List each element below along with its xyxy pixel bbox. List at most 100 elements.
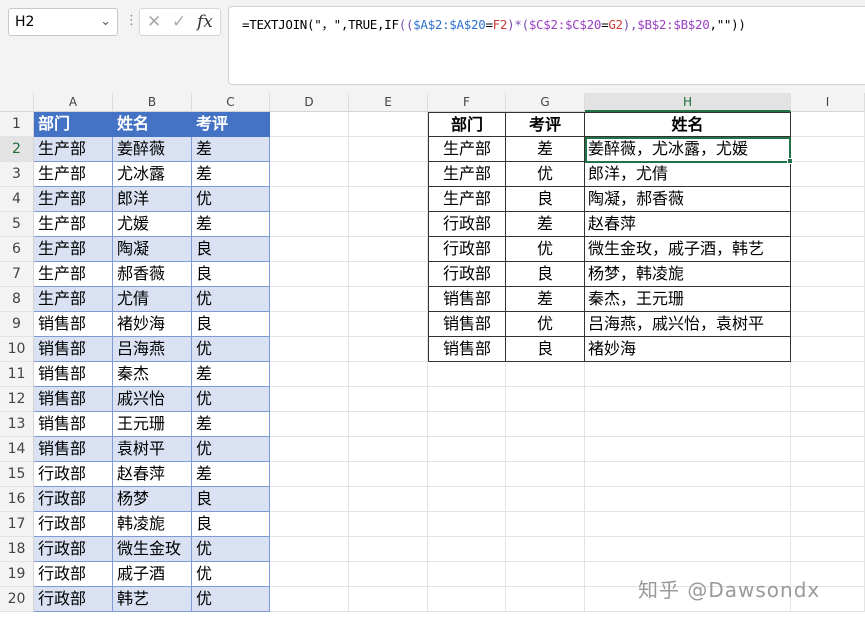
- chevron-down-icon[interactable]: ⌄: [100, 9, 111, 35]
- grid-cell[interactable]: [349, 362, 428, 387]
- source-cell[interactable]: 优: [192, 387, 270, 412]
- grid-cell[interactable]: [791, 162, 865, 187]
- grid-cell[interactable]: [349, 387, 428, 412]
- grid-cell[interactable]: [791, 212, 865, 237]
- source-cell[interactable]: 微生金玫: [113, 537, 192, 562]
- grid-cell[interactable]: [428, 362, 506, 387]
- grid-cell[interactable]: [506, 587, 585, 612]
- result-cell[interactable]: 优: [506, 162, 585, 187]
- check-icon[interactable]: ✓: [172, 12, 186, 32]
- source-cell[interactable]: 良: [192, 512, 270, 537]
- column-header-h[interactable]: H: [585, 93, 791, 112]
- grid-cell[interactable]: [791, 537, 865, 562]
- result-cell[interactable]: 销售部: [428, 312, 506, 337]
- grid-cell[interactable]: [506, 362, 585, 387]
- source-cell[interactable]: 差: [192, 137, 270, 162]
- grid-cell[interactable]: [349, 512, 428, 537]
- column-header-i[interactable]: I: [791, 93, 865, 112]
- row-header-16[interactable]: 16: [0, 487, 34, 512]
- row-header-8[interactable]: 8: [0, 287, 34, 312]
- source-cell[interactable]: 销售部: [34, 412, 113, 437]
- source-cell[interactable]: 良: [192, 262, 270, 287]
- source-cell[interactable]: 吕海燕: [113, 337, 192, 362]
- grid-cell[interactable]: [791, 187, 865, 212]
- grid-cell[interactable]: [506, 412, 585, 437]
- source-cell[interactable]: 良: [192, 312, 270, 337]
- grid-cell[interactable]: [270, 362, 349, 387]
- grid-cell[interactable]: [349, 412, 428, 437]
- grid-cell[interactable]: [349, 287, 428, 312]
- row-header-13[interactable]: 13: [0, 412, 34, 437]
- grid-cell[interactable]: [349, 237, 428, 262]
- source-cell[interactable]: 生产部: [34, 137, 113, 162]
- row-header-17[interactable]: 17: [0, 512, 34, 537]
- row-header-7[interactable]: 7: [0, 262, 34, 287]
- result-cell[interactable]: 差: [506, 212, 585, 237]
- grid-cell[interactable]: [791, 487, 865, 512]
- source-header-cell[interactable]: 部门: [34, 112, 113, 137]
- grid-cell[interactable]: [349, 562, 428, 587]
- result-cell[interactable]: 销售部: [428, 287, 506, 312]
- grid-cell[interactable]: [585, 412, 791, 437]
- grid-cell[interactable]: [349, 262, 428, 287]
- result-cell[interactable]: 优: [506, 312, 585, 337]
- source-cell[interactable]: 优: [192, 337, 270, 362]
- result-cell[interactable]: 行政部: [428, 262, 506, 287]
- grid-cell[interactable]: [506, 487, 585, 512]
- column-header-d[interactable]: D: [270, 93, 349, 112]
- insert-function-icon[interactable]: fx: [197, 12, 213, 32]
- source-cell[interactable]: 行政部: [34, 512, 113, 537]
- row-header-3[interactable]: 3: [0, 162, 34, 187]
- row-header-9[interactable]: 9: [0, 312, 34, 337]
- grid-cell[interactable]: [585, 537, 791, 562]
- grid-cell[interactable]: [428, 587, 506, 612]
- row-header-1[interactable]: 1: [0, 112, 34, 137]
- result-cell[interactable]: 行政部: [428, 237, 506, 262]
- grid-cell[interactable]: [349, 537, 428, 562]
- grid-cell[interactable]: [270, 512, 349, 537]
- row-header-2[interactable]: 2: [0, 137, 34, 162]
- result-cell[interactable]: 陶凝，郝香薇: [585, 187, 791, 212]
- source-cell[interactable]: 赵春萍: [113, 462, 192, 487]
- grid-cell[interactable]: [270, 262, 349, 287]
- result-cell[interactable]: 生产部: [428, 187, 506, 212]
- fill-handle[interactable]: [787, 158, 793, 164]
- grid-cell[interactable]: [270, 562, 349, 587]
- grid-cell[interactable]: [428, 412, 506, 437]
- row-header-5[interactable]: 5: [0, 212, 34, 237]
- grid-cell[interactable]: [506, 537, 585, 562]
- grid-cell[interactable]: [349, 462, 428, 487]
- grid-cell[interactable]: [349, 312, 428, 337]
- drag-handle-icon[interactable]: ⋮: [125, 13, 138, 28]
- source-cell[interactable]: 行政部: [34, 562, 113, 587]
- source-cell[interactable]: 生产部: [34, 162, 113, 187]
- source-cell[interactable]: 袁树平: [113, 437, 192, 462]
- source-cell[interactable]: 优: [192, 587, 270, 612]
- close-icon[interactable]: ✕: [147, 12, 161, 32]
- grid-cell[interactable]: [270, 337, 349, 362]
- grid-cell[interactable]: [270, 237, 349, 262]
- source-cell[interactable]: 差: [192, 362, 270, 387]
- source-cell[interactable]: 尤冰露: [113, 162, 192, 187]
- source-cell[interactable]: 差: [192, 462, 270, 487]
- source-cell[interactable]: 优: [192, 287, 270, 312]
- grid-cell[interactable]: [270, 187, 349, 212]
- grid-cell[interactable]: [270, 587, 349, 612]
- grid-cell[interactable]: [585, 462, 791, 487]
- grid-cell[interactable]: [270, 212, 349, 237]
- result-cell[interactable]: 褚妙海: [585, 337, 791, 362]
- result-cell[interactable]: 差: [506, 137, 585, 162]
- grid-cell[interactable]: [585, 362, 791, 387]
- grid-cell[interactable]: [791, 262, 865, 287]
- grid-cell[interactable]: [428, 387, 506, 412]
- grid-cell[interactable]: [270, 287, 349, 312]
- source-cell[interactable]: 郝香薇: [113, 262, 192, 287]
- source-cell[interactable]: 行政部: [34, 487, 113, 512]
- source-cell[interactable]: 韩艺: [113, 587, 192, 612]
- grid-cell[interactable]: [349, 487, 428, 512]
- result-cell[interactable]: 差: [506, 287, 585, 312]
- result-cell[interactable]: 微生金玫，戚子酒，韩艺: [585, 237, 791, 262]
- result-cell[interactable]: 良: [506, 262, 585, 287]
- row-header-11[interactable]: 11: [0, 362, 34, 387]
- grid-cell[interactable]: [349, 212, 428, 237]
